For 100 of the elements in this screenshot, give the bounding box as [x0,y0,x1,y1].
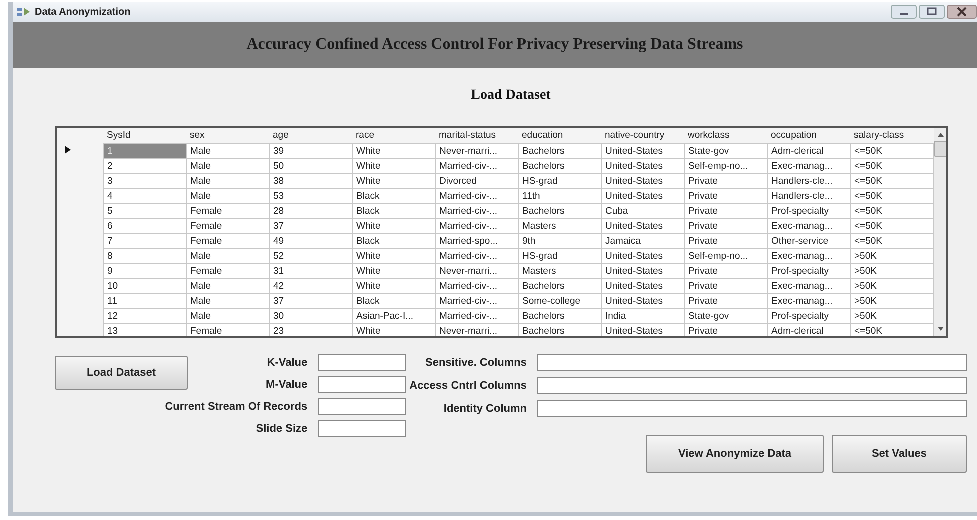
table-cell: 6 [103,218,186,234]
table-cell: 11 [103,294,186,308]
table-cell: India [601,308,684,324]
scroll-up-icon[interactable] [936,131,946,139]
table-cell: Black [352,204,435,218]
input-field[interactable] [537,377,967,394]
table-cell: Private [684,294,767,308]
table-cell: 2 [103,158,186,174]
table-cell: 23 [269,324,352,336]
table-cell: <=50K [850,204,933,218]
window-title: Data Anonymization [35,6,132,18]
table-cell: Self-emp-no... [684,158,767,174]
table-cell: Female [186,324,269,336]
table-cell: 37 [269,218,352,234]
table-cell: Adm-clerical [767,324,850,336]
table-cell: White [352,158,435,174]
table-cell: <=50K [850,234,933,248]
table-cell: Black [352,294,435,308]
table-cell: United-States [601,188,684,204]
table-cell: Bachelors [518,158,601,174]
table-cell: United-States [601,294,684,308]
table-cell: Female [186,264,269,278]
table-cell: >50K [850,248,933,264]
load-dataset-button[interactable]: Load Dataset [55,356,188,390]
table-cell: United-States [601,174,684,188]
banner-title: Accuracy Confined Access Control For Privacy Preserving Data Streams [246,36,744,54]
table-cell: Bachelors [518,204,601,218]
input-field[interactable] [318,376,406,393]
table-cell: Asian-Pac-I... [352,308,435,324]
table-cell: 42 [269,278,352,294]
table-cell: 37 [269,294,352,308]
table-cell: Male [186,248,269,264]
table-cell: Married-civ-... [435,188,518,204]
scroll-thumb[interactable] [934,141,946,157]
table-cell: United-States [601,248,684,264]
table-cell: United-States [601,158,684,174]
table-cell: Exec-manag... [767,218,850,234]
close-icon[interactable] [947,5,977,19]
table-cell: Prof-specialty [767,204,850,218]
table-cell: White [352,174,435,188]
action-button[interactable]: Set Values [832,435,967,473]
table-cell: Private [684,324,767,336]
table-cell: Private [684,188,767,204]
action-button[interactable]: View Anonymize Data [646,435,824,473]
table-cell: Private [684,264,767,278]
table-cell: Married-civ-... [435,278,518,294]
table-cell: 52 [269,248,352,264]
column-header[interactable]: occupation [767,128,850,144]
maximize-icon[interactable] [919,5,945,19]
input-field[interactable] [318,354,406,371]
input-field[interactable] [537,400,967,417]
table-cell: Private [684,218,767,234]
column-header[interactable]: education [518,128,601,144]
field-label: K-Value [267,356,308,368]
table-cell: Private [684,234,767,248]
input-field[interactable] [318,398,406,415]
table-cell: Female [186,204,269,218]
table-cell: Male [186,174,269,188]
table-cell: <=50K [850,218,933,234]
minimize-icon[interactable] [891,5,917,19]
table-cell: White [352,248,435,264]
table-cell: <=50K [850,144,933,158]
table-cell: Female [186,218,269,234]
table-cell: 3 [103,174,186,188]
field-label: Access Cntrl Columns [410,380,527,392]
table-cell: 49 [269,234,352,248]
table-cell: Exec-manag... [767,248,850,264]
table-cell: Married-spo... [435,234,518,248]
table-cell: 1 [103,144,186,158]
table-cell: State-gov [684,308,767,324]
table-cell: White [352,144,435,158]
table-cell: Some-college [518,294,601,308]
table-cell: Male [186,158,269,174]
section-title: Load Dataset [470,88,552,104]
table-cell: 7 [103,234,186,248]
table-cell: Masters [518,218,601,234]
field-label: Sensitive. Columns [426,356,527,368]
table-cell: HS-grad [518,174,601,188]
table-cell: 10 [103,278,186,294]
input-field[interactable] [537,354,967,371]
column-header[interactable]: SysId [103,128,186,144]
table-cell: Handlers-cle... [767,188,850,204]
table-cell: United-States [601,218,684,234]
column-header[interactable]: native-country [601,128,684,144]
table-cell: Married-civ-... [435,248,518,264]
app-icon [17,6,31,18]
vertical-scrollbar[interactable] [934,128,946,336]
table-cell: 13 [103,324,186,336]
column-header[interactable]: salary-class [850,128,933,144]
table-cell: Bachelors [518,308,601,324]
column-header[interactable]: marital-status [435,128,518,144]
column-header[interactable]: workclass [684,128,767,144]
table-cell: United-States [601,144,684,158]
scroll-down-icon[interactable] [936,325,946,333]
input-field[interactable] [318,420,406,437]
table-cell: Never-marri... [435,144,518,158]
current-row-icon [65,146,71,154]
table-cell: 8 [103,248,186,264]
table-cell: 28 [269,204,352,218]
table-cell: Jamaica [601,234,684,248]
